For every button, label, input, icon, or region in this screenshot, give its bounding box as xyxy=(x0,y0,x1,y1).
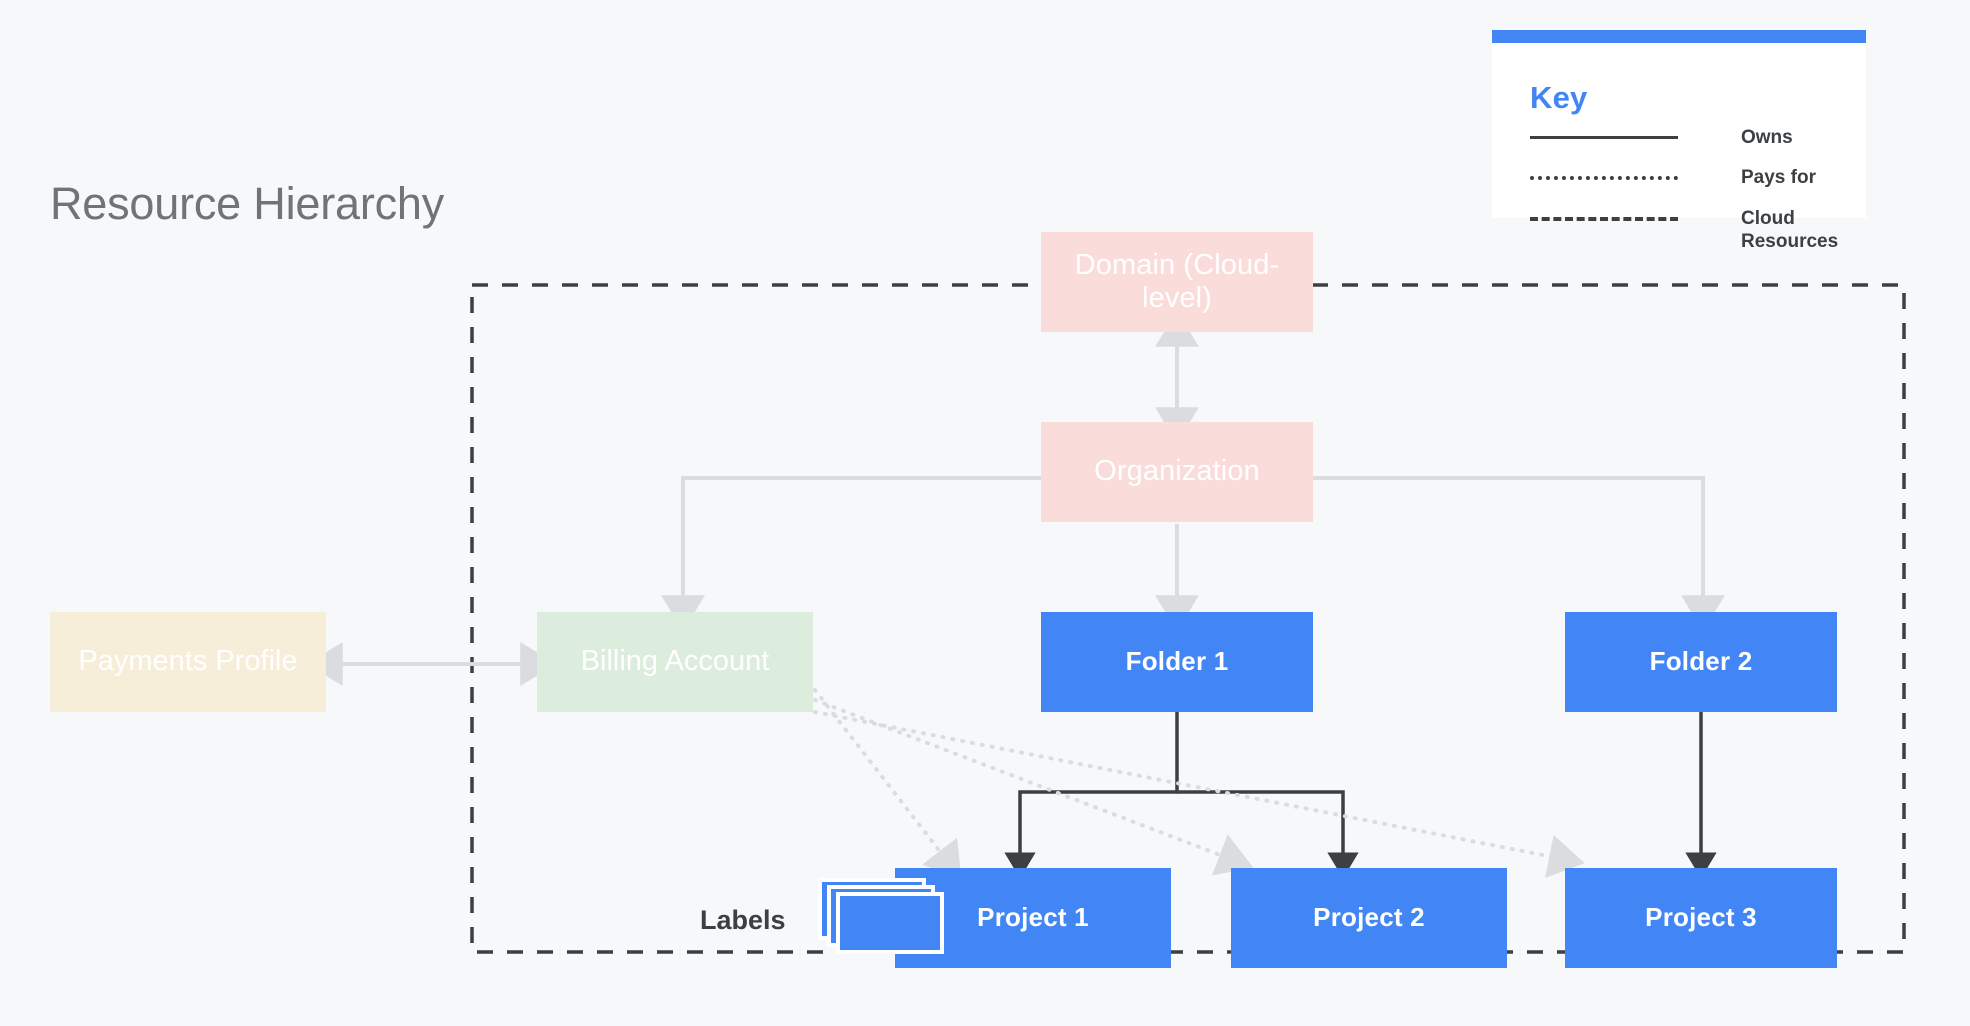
node-organization[interactable]: Organization xyxy=(1041,422,1313,522)
edge-folder1-project1 xyxy=(1004,712,1179,879)
node-folder-1-label: Folder 1 xyxy=(1125,646,1229,677)
node-payments-profile[interactable]: Payments Profile xyxy=(50,612,326,712)
node-project-2[interactable]: Project 2 xyxy=(1231,868,1507,968)
node-project-1-label: Project 1 xyxy=(977,902,1089,933)
node-domain[interactable]: Domain (Cloud-level) xyxy=(1041,232,1313,332)
stacked-card-front xyxy=(836,892,944,954)
edge-billing-account-project3 xyxy=(813,710,1585,878)
edge-billing-account-project1 xyxy=(813,688,962,880)
key-label-cloud-resources: Cloud Resources xyxy=(1741,208,1839,253)
edge-folder1-project2 xyxy=(1177,790,1359,879)
key-accent-bar xyxy=(1492,30,1866,43)
labels-caption: Labels xyxy=(700,905,786,935)
key-row-pays-for: Pays for xyxy=(1530,166,1850,189)
edge-billing-account-project2 xyxy=(813,698,1254,876)
node-billing-account-label: Billing Account xyxy=(580,645,770,678)
diagram-canvas: Resource Hierarchy Domain (Cloud-level) … xyxy=(0,0,1970,1026)
key-sample-solid-line-icon xyxy=(1530,136,1678,139)
key-row-cloud-resources: Cloud Resources xyxy=(1530,207,1850,253)
node-organization-label: Organization xyxy=(1094,455,1260,488)
key-row-owns: Owns xyxy=(1530,126,1850,149)
node-project-2-label: Project 2 xyxy=(1313,902,1425,933)
edge-organization-folder2 xyxy=(1313,476,1725,632)
node-folder-2-label: Folder 2 xyxy=(1649,646,1753,677)
node-payments-profile-label: Payments Profile xyxy=(78,645,298,678)
key-sample-dashed-line-icon xyxy=(1530,217,1678,221)
key-label-pays-for: Pays for xyxy=(1741,167,1816,188)
key-label-owns: Owns xyxy=(1741,127,1793,148)
node-folder-2[interactable]: Folder 2 xyxy=(1565,612,1837,712)
node-folder-1[interactable]: Folder 1 xyxy=(1041,612,1313,712)
page-title: Resource Hierarchy xyxy=(50,178,445,229)
edge-organization-billing-account xyxy=(661,476,1041,632)
stacked-cards-icon xyxy=(818,878,948,958)
node-project-3-label: Project 3 xyxy=(1645,902,1757,933)
key-legend: Key Owns Pays for Cloud Resources xyxy=(1492,30,1866,252)
node-domain-label: Domain (Cloud-level) xyxy=(1074,248,1280,314)
node-project-3[interactable]: Project 3 xyxy=(1565,868,1837,968)
key-title: Key xyxy=(1530,80,1588,115)
node-billing-account[interactable]: Billing Account xyxy=(537,612,813,712)
key-sample-dotted-line-icon xyxy=(1530,176,1678,180)
